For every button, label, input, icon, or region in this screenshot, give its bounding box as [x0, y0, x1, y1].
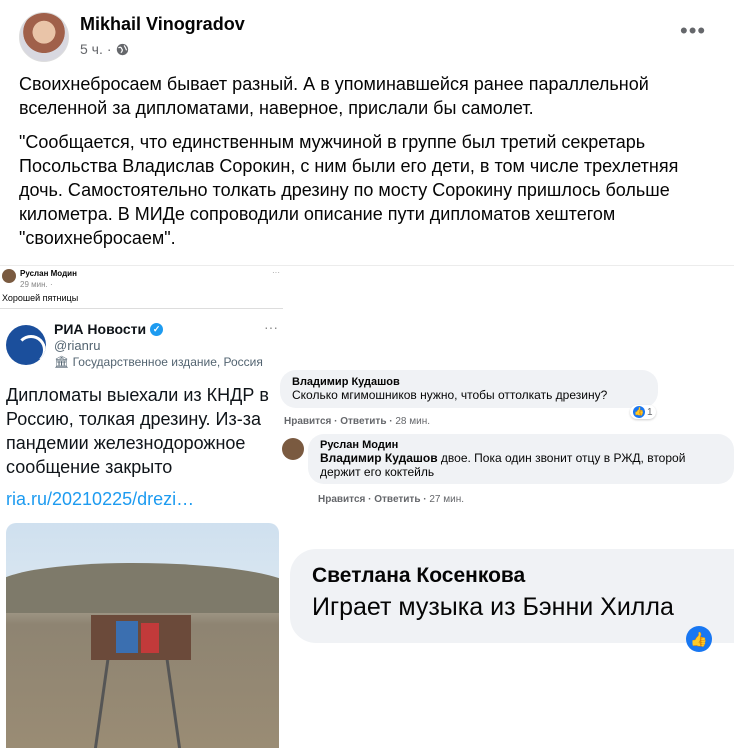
comment-1-like[interactable]: Нравится — [284, 416, 331, 427]
comment-1-reply[interactable]: Ответить — [340, 416, 386, 427]
state-media-label: Государственное издание, Россия — [72, 355, 263, 369]
globe-icon — [116, 43, 128, 55]
post-paragraph-2: "Сообщается, что единственным мужчиной в… — [19, 132, 679, 248]
comment-3-author: Светлана Косенкова — [312, 564, 526, 587]
small-comment-name: Руслан Модин — [20, 269, 77, 278]
small-comment-text: Хорошей пятницы — [2, 293, 79, 303]
comment-1-author: Владимир Кудашов — [292, 376, 400, 388]
comment-1-bubble: Владимир Кудашов Сколько мгимошников нуж… — [280, 370, 658, 408]
post-header: Mikhail Vinogradov 5 ч. · ••• — [0, 0, 734, 70]
comment-2-mention: Владимир Кудашов — [320, 451, 438, 465]
comment-1-time: 28 мин. — [395, 416, 431, 427]
state-media-icon: 🏛 — [54, 355, 70, 369]
comment-1-text: Сколько мгимошников нужно, чтобы оттолка… — [292, 388, 608, 402]
tweet-more-icon: ··· — [264, 319, 278, 335]
comment-2-bubble: Руслан Модин Владимир Кудашов двое. Пока… — [308, 434, 734, 484]
comment-1-reaction-count: 1 — [647, 406, 653, 418]
post-time[interactable]: 5 ч. — [80, 41, 103, 57]
comment-3-like-icon: 👍 — [686, 626, 712, 652]
small-comment-more-icon: ··· — [272, 268, 280, 277]
comment-2-like[interactable]: Нравится — [318, 494, 365, 505]
tweet-handle: @rianru — [54, 338, 101, 353]
comment-2-reply[interactable]: Ответить — [374, 494, 420, 505]
comment-1-reactions: 👍 1 — [630, 405, 656, 419]
small-comment: Руслан Модин 29 мин. · Хорошей пятницы ·… — [0, 266, 280, 311]
embedded-screenshot[interactable]: Руслан Модин 29 мин. · Хорошей пятницы ·… — [0, 265, 734, 748]
author-name[interactable]: Mikhail Vinogradov — [80, 14, 245, 35]
post-body: Своихнебросаем бывает разный. А в упомин… — [19, 72, 719, 260]
tweet-account: РИА Новости ✓ — [54, 321, 164, 337]
tweet-text: Дипломаты выехали из КНДР в Россию, толк… — [6, 385, 269, 477]
author-avatar[interactable] — [19, 12, 69, 62]
verified-icon: ✓ — [150, 322, 164, 336]
like-icon: 👍 — [633, 406, 645, 418]
comment-2-actions: Нравится · Ответить · 27 мин. — [318, 494, 465, 505]
comment-1-actions: Нравится · Ответить · 28 мин. — [284, 416, 431, 427]
embedded-tweet: РИА Новости ✓ @rianru 🏛 Государственное … — [0, 308, 283, 748]
ria-logo — [6, 325, 46, 365]
tweet-account-name: РИА Новости — [54, 321, 147, 337]
tweet-photo — [6, 523, 279, 748]
comment-3-text: Играет музыка из Бэнни Хилла — [312, 593, 674, 621]
small-comment-avatar — [2, 269, 16, 283]
photo-luggage-red — [141, 623, 159, 653]
tweet-link: ria.ru/20210225/drezi… — [6, 489, 195, 509]
post-meta: 5 ч. · — [80, 41, 129, 57]
meta-separator: · — [106, 41, 112, 57]
small-comment-time: 29 мин. · — [20, 280, 53, 289]
comment-2-author: Руслан Модин — [320, 439, 399, 451]
post-options-button[interactable]: ••• — [680, 20, 706, 42]
comment-2-time: 27 мин. — [429, 494, 465, 505]
photo-hill — [6, 563, 279, 613]
post-paragraph-1: Своихнебросаем бывает разный. А в упомин… — [19, 74, 649, 118]
comment-2-avatar — [282, 438, 304, 460]
tweet-state-label: 🏛 Государственное издание, Россия — [54, 355, 263, 369]
photo-luggage-blue — [116, 621, 138, 653]
